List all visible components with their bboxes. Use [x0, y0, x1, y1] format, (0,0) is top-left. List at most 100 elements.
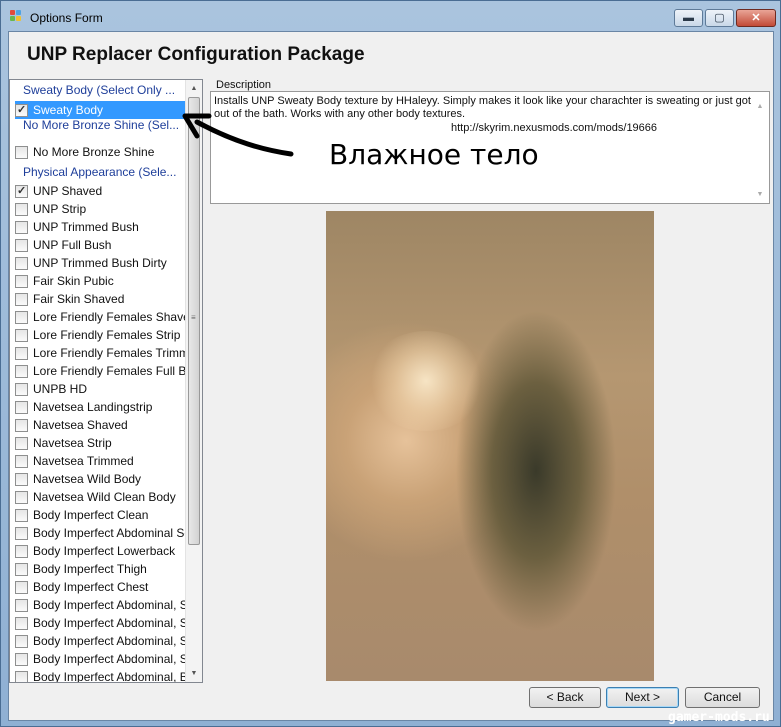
option-item[interactable]: ✓ UNP Shaved	[15, 182, 187, 200]
option-label: Navetsea Trimmed	[33, 454, 134, 468]
option-checkbox[interactable]	[15, 545, 28, 558]
annotation-arrow-icon	[182, 113, 294, 157]
option-label: Navetsea Wild Body	[33, 472, 142, 486]
description-scrollbar[interactable]: ▲ ▼	[752, 92, 769, 203]
option-label: Fair Skin Pubic	[33, 274, 114, 288]
option-item[interactable]: Body Imperfect Chest	[15, 578, 187, 596]
option-item[interactable]: UNPB HD	[15, 380, 187, 398]
options-form-window: Options Form ▬ ▢ ✕ UNP Replacer Configur…	[0, 0, 781, 727]
option-checkbox[interactable]	[15, 599, 28, 612]
option-checkbox[interactable]: ✓	[15, 185, 28, 198]
option-checkbox[interactable]	[15, 653, 28, 666]
checkmark-icon: ✓	[17, 185, 27, 197]
scroll-up-arrow-icon[interactable]: ▲	[186, 80, 202, 97]
minimize-button[interactable]: ▬	[674, 9, 703, 27]
option-item[interactable]: Navetsea Wild Clean Body	[15, 488, 187, 506]
back-button[interactable]: < Back	[529, 687, 601, 708]
option-label: UNP Trimmed Bush	[33, 220, 139, 234]
option-checkbox[interactable]	[15, 275, 28, 288]
option-item[interactable]: Lore Friendly Females Full Bush	[15, 362, 202, 380]
option-item[interactable]: Body Imperfect Lowerback	[15, 542, 187, 560]
option-checkbox[interactable]	[15, 365, 28, 378]
option-checkbox[interactable]	[15, 509, 28, 522]
list-scrollbar[interactable]: ▲ ≡ ▼	[185, 80, 202, 682]
option-label: Navetsea Wild Clean Body	[33, 490, 176, 504]
option-checkbox[interactable]	[15, 491, 28, 504]
option-checkbox[interactable]	[15, 203, 28, 216]
option-item[interactable]: Body Imperfect Thigh	[15, 560, 187, 578]
maximize-button[interactable]: ▢	[705, 9, 734, 27]
desc-scroll-up-icon[interactable]: ▲	[752, 98, 768, 115]
option-checkbox[interactable]	[15, 437, 28, 450]
option-checkbox[interactable]	[15, 527, 28, 540]
option-label: Body Imperfect Chest	[33, 580, 149, 594]
option-checkbox[interactable]	[15, 146, 28, 159]
preview-image	[326, 211, 654, 681]
option-checkbox[interactable]: ✓	[15, 104, 28, 117]
option-checkbox[interactable]	[15, 419, 28, 432]
option-checkbox[interactable]	[15, 239, 28, 252]
option-item[interactable]: Fair Skin Pubic	[15, 272, 187, 290]
option-label: UNP Full Bush	[33, 238, 112, 252]
options-list[interactable]: Body Imperfect Abdominal, B... Body Imper…	[9, 79, 203, 683]
option-item[interactable]: Body Imperfect Abdominal, S...	[15, 614, 198, 632]
option-item[interactable]: Navetsea Trimmed	[15, 452, 187, 470]
option-checkbox[interactable]	[15, 671, 28, 682]
option-item[interactable]: Lore Friendly Females Strip	[15, 326, 187, 344]
option-label: No More Bronze Shine	[33, 145, 155, 159]
option-checkbox[interactable]	[15, 383, 28, 396]
option-checkbox[interactable]	[15, 329, 28, 342]
option-checkbox[interactable]	[15, 473, 28, 486]
option-item[interactable]: Body Imperfect Abdominal Scar	[15, 524, 201, 542]
option-item[interactable]: Body Imperfect Abdominal, B...	[15, 668, 198, 682]
option-label: UNP Trimmed Bush Dirty	[33, 256, 167, 270]
option-label: Navetsea Shaved	[33, 418, 128, 432]
option-checkbox[interactable]	[15, 221, 28, 234]
option-checkbox[interactable]	[15, 581, 28, 594]
option-item[interactable]: Body Imperfect Clean	[15, 506, 187, 524]
grip-icon: ≡	[191, 313, 196, 322]
option-item[interactable]: Body Imperfect Abdominal, S...	[15, 596, 198, 614]
next-button[interactable]: Next >	[606, 687, 679, 708]
option-label: Sweaty Body	[33, 103, 104, 117]
option-label: Body Imperfect Abdominal Scar	[33, 526, 202, 540]
option-checkbox[interactable]	[15, 401, 28, 414]
option-label: UNPB HD	[33, 382, 88, 396]
option-item[interactable]: Fair Skin Shaved	[15, 290, 187, 308]
option-checkbox[interactable]	[15, 311, 28, 324]
option-checkbox[interactable]	[15, 563, 28, 576]
option-item[interactable]: Navetsea Landingstrip	[15, 398, 187, 416]
option-item[interactable]: Body Imperfect Abdominal, S...	[15, 632, 198, 650]
option-checkbox[interactable]	[15, 617, 28, 630]
option-item[interactable]: ✓ Sweaty Body	[15, 101, 187, 119]
option-item[interactable]: UNP Trimmed Bush	[15, 218, 187, 236]
window-title: Options Form	[30, 11, 103, 25]
option-label: Lore Friendly Females Shaved	[33, 310, 197, 324]
scroll-down-arrow-icon[interactable]: ▼	[186, 665, 202, 682]
option-label: Body Imperfect Clean	[33, 508, 149, 522]
option-checkbox[interactable]	[15, 347, 28, 360]
title-bar[interactable]: Options Form ▬ ▢ ✕	[1, 1, 780, 31]
preview-highlight	[366, 331, 486, 431]
option-checkbox[interactable]	[15, 257, 28, 270]
option-item[interactable]: Navetsea Shaved	[15, 416, 187, 434]
option-item[interactable]: No More Bronze Shine	[15, 143, 187, 161]
option-label: Body Imperfect Abdominal, S...	[33, 634, 198, 648]
option-item[interactable]: UNP Full Bush	[15, 236, 187, 254]
desc-scroll-down-icon[interactable]: ▼	[752, 186, 768, 203]
option-item[interactable]: Lore Friendly Females Trimme...	[15, 344, 202, 362]
option-checkbox[interactable]	[15, 635, 28, 648]
description-url: http://skyrim.nexusmods.com/mods/19666	[451, 122, 658, 134]
option-item[interactable]: Lore Friendly Females Shaved	[15, 308, 196, 326]
option-item[interactable]: UNP Strip	[15, 200, 187, 218]
form-title: UNP Replacer Configuration Package	[27, 44, 365, 65]
group-header: Sweaty Body (Select Only ...	[23, 83, 176, 97]
close-button[interactable]: ✕	[736, 9, 776, 27]
option-item[interactable]: UNP Trimmed Bush Dirty	[15, 254, 187, 272]
option-checkbox[interactable]	[15, 455, 28, 468]
option-item[interactable]: Navetsea Wild Body	[15, 470, 187, 488]
cancel-button[interactable]: Cancel	[685, 687, 760, 708]
option-item[interactable]: Body Imperfect Abdominal, S...	[15, 650, 198, 668]
option-checkbox[interactable]	[15, 293, 28, 306]
option-item[interactable]: Navetsea Strip	[15, 434, 187, 452]
